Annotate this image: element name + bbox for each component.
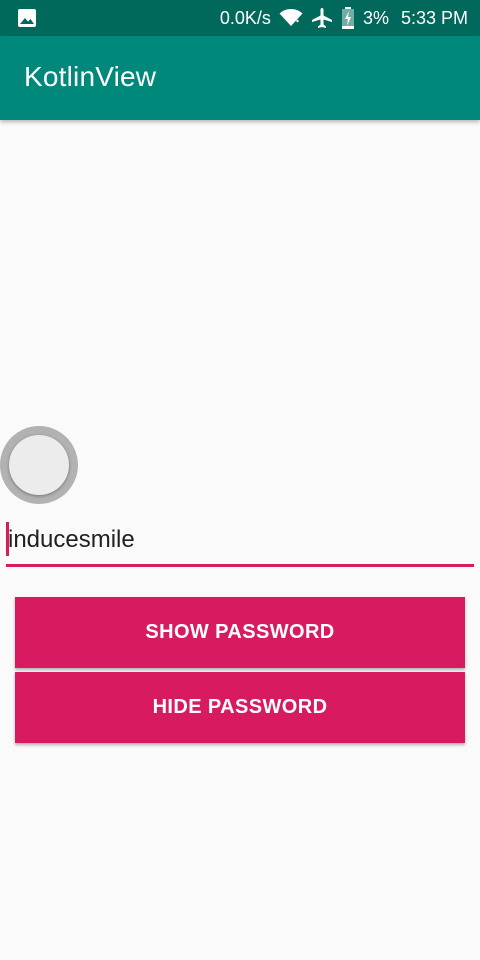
main-content: inducesmile SHOW PASSWORD HIDE PASSWORD [0,120,480,960]
clock: 5:33 PM [400,7,468,28]
battery-charging-icon [341,7,354,29]
app-bar: KotlinView [0,36,480,120]
app-title: KotlinView [24,61,157,92]
status-bar: 0.0K/s 3% 5:33 PM [0,0,480,36]
gallery-icon [18,9,36,27]
radio-thumb [9,435,69,495]
password-input[interactable]: inducesmile [6,520,474,567]
status-icons: 0.0K/s 3% 5:33 PM [220,0,468,36]
battery-percent: 3% [362,7,389,28]
radio-button[interactable] [0,426,78,504]
network-speed: 0.0K/s [219,7,271,28]
password-input-value: inducesmile [8,526,135,553]
show-password-button[interactable]: SHOW PASSWORD [15,597,465,668]
hide-password-button[interactable]: HIDE PASSWORD [15,672,465,743]
airplane-icon [311,8,332,28]
wifi-icon [279,9,303,27]
